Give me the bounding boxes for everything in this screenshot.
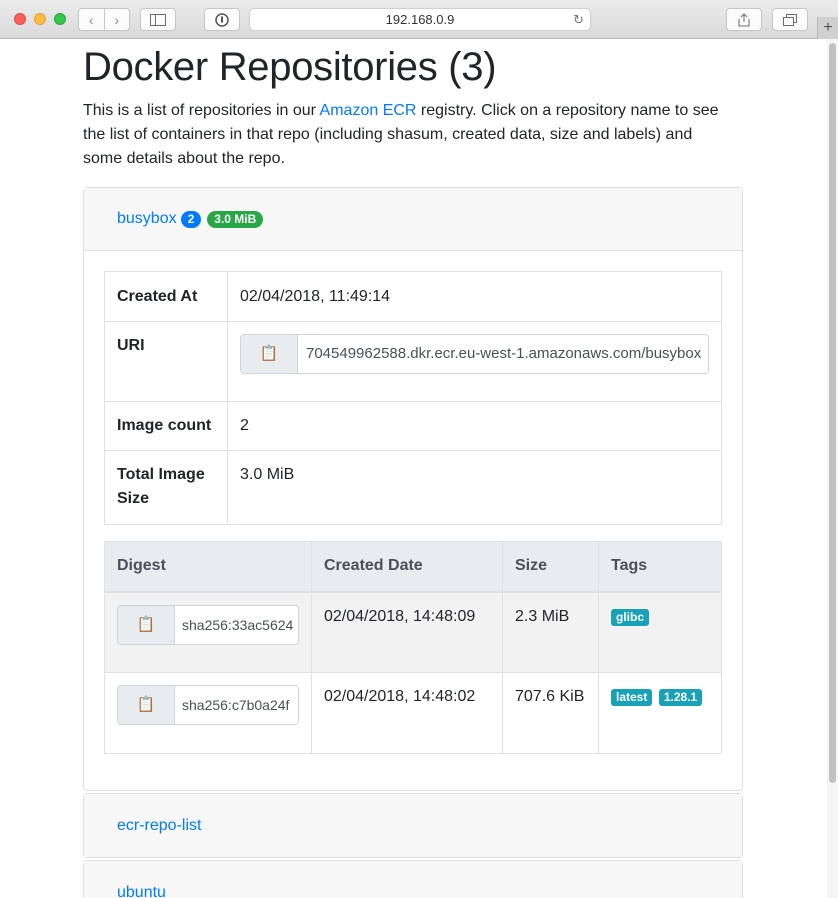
created-value: 02/04/2018, 11:49:14 bbox=[227, 271, 722, 322]
digest-copy-group: 📋 sha256:33ac5624 bbox=[117, 604, 299, 645]
repo-header-busybox: busybox 2 3.0 MiB bbox=[84, 188, 742, 251]
zoom-window-icon[interactable] bbox=[54, 13, 66, 25]
digest-cell: 📋 sha256:c7b0a24f bbox=[104, 672, 312, 754]
clipboard-icon[interactable]: 📋 bbox=[241, 335, 298, 373]
tabs-icon[interactable] bbox=[772, 8, 808, 31]
clipboard-icon[interactable]: 📋 bbox=[118, 686, 175, 724]
images-table: Digest Created Date Size Tags 📋 sha256:3… bbox=[104, 541, 722, 754]
table-row: 📋 sha256:33ac5624 02/04/2018, 14:48:09 2… bbox=[104, 591, 722, 673]
intro-text-before: This is a list of repositories in our bbox=[83, 102, 320, 119]
col-tags: Tags bbox=[598, 541, 722, 593]
created-date-cell: 02/04/2018, 14:48:09 bbox=[311, 591, 503, 673]
tags-cell: latest 1.28.1 bbox=[598, 672, 722, 754]
address-bar[interactable]: 192.168.0.9 ↻ bbox=[249, 8, 591, 31]
info-row-image-count: Image count 2 bbox=[104, 401, 722, 451]
repo-link-ecr-repo-list[interactable]: ecr-repo-list bbox=[117, 817, 201, 835]
info-row-uri: URI 📋 704549962588.dkr.ecr.eu-west-1.ama… bbox=[104, 321, 722, 402]
total-size-value: 3.0 MiB bbox=[227, 450, 722, 525]
size-cell: 2.3 MiB bbox=[502, 591, 599, 673]
plus-icon[interactable]: + bbox=[817, 17, 838, 39]
chevron-right-icon[interactable]: › bbox=[103, 9, 130, 30]
clipboard-icon[interactable]: 📋 bbox=[118, 605, 175, 644]
repo-card-busybox: busybox 2 3.0 MiB Created At 02/04/2018,… bbox=[83, 187, 743, 791]
size-badge: 3.0 MiB bbox=[207, 210, 264, 228]
images-header-row: Digest Created Date Size Tags bbox=[104, 541, 722, 593]
uri-field[interactable]: 704549962588.dkr.ecr.eu-west-1.amazonaws… bbox=[298, 335, 708, 373]
nav-buttons: ‹ › bbox=[78, 8, 130, 31]
repo-card-ecr-repo-list: ecr-repo-list bbox=[83, 793, 743, 858]
tag-badge: glibc bbox=[611, 608, 650, 626]
repo-details-busybox: Created At 02/04/2018, 11:49:14 URI 📋 70… bbox=[84, 251, 742, 790]
table-row: 📋 sha256:c7b0a24f 02/04/2018, 14:48:02 7… bbox=[104, 672, 722, 754]
repo-header-ecr-repo-list: ecr-repo-list bbox=[84, 794, 742, 857]
scrollbar-thumb[interactable] bbox=[829, 43, 836, 783]
image-count-value: 2 bbox=[227, 401, 722, 451]
uri-copy-group: 📋 704549962588.dkr.ecr.eu-west-1.amazona… bbox=[240, 334, 709, 374]
chevron-left-icon[interactable]: ‹ bbox=[79, 9, 104, 30]
tags-cell: glibc bbox=[598, 591, 722, 673]
created-label: Created At bbox=[104, 271, 228, 322]
repo-link-ubuntu[interactable]: ubuntu bbox=[117, 884, 166, 898]
digest-cell: 📋 sha256:33ac5624 bbox=[104, 591, 312, 673]
tag-badge: 1.28.1 bbox=[658, 689, 703, 706]
col-digest: Digest bbox=[104, 541, 312, 593]
repo-header-ubuntu: ubuntu bbox=[84, 861, 742, 898]
reload-icon[interactable]: ↻ bbox=[573, 12, 584, 28]
browser-toolbar: ‹ › 192.168.0.9 ↻ + bbox=[0, 0, 838, 39]
url-text: 192.168.0.9 bbox=[385, 12, 455, 27]
share-icon[interactable] bbox=[726, 8, 762, 31]
digest-field[interactable]: sha256:33ac5624 bbox=[175, 605, 298, 644]
size-cell: 707.6 KiB bbox=[502, 672, 599, 754]
repo-card-ubuntu: ubuntu bbox=[83, 860, 743, 898]
info-row-total-size: Total Image Size 3.0 MiB bbox=[104, 450, 722, 525]
digest-copy-group: 📋 sha256:c7b0a24f bbox=[117, 685, 299, 725]
image-count-label: Image count bbox=[104, 401, 228, 451]
digest-field[interactable]: sha256:c7b0a24f bbox=[175, 686, 298, 724]
repo-link-busybox[interactable]: busybox bbox=[117, 210, 177, 228]
intro-paragraph: This is a list of repositories in our Am… bbox=[83, 99, 733, 171]
password-key-icon[interactable] bbox=[204, 8, 240, 31]
sidebar-icon[interactable] bbox=[140, 8, 176, 31]
minimize-window-icon[interactable] bbox=[34, 13, 46, 25]
col-created-date: Created Date bbox=[311, 541, 503, 593]
info-row-created: Created At 02/04/2018, 11:49:14 bbox=[104, 271, 722, 322]
page-content: Docker Repositories (3) This is a list o… bbox=[83, 39, 743, 898]
uri-label: URI bbox=[104, 321, 228, 402]
total-size-label: Total Image Size bbox=[104, 450, 228, 525]
page-scrollbar[interactable] bbox=[827, 39, 838, 898]
image-count-badge: 2 bbox=[180, 210, 202, 228]
amazon-ecr-link[interactable]: Amazon ECR bbox=[320, 102, 417, 119]
page-title: Docker Repositories (3) bbox=[83, 45, 497, 89]
col-size: Size bbox=[502, 541, 599, 593]
close-window-icon[interactable] bbox=[14, 13, 26, 25]
uri-cell: 📋 704549962588.dkr.ecr.eu-west-1.amazona… bbox=[227, 321, 722, 402]
tag-badge: latest bbox=[611, 689, 653, 706]
created-date-cell: 02/04/2018, 14:48:02 bbox=[311, 672, 503, 754]
repo-info-table: Created At 02/04/2018, 11:49:14 URI 📋 70… bbox=[104, 271, 722, 525]
